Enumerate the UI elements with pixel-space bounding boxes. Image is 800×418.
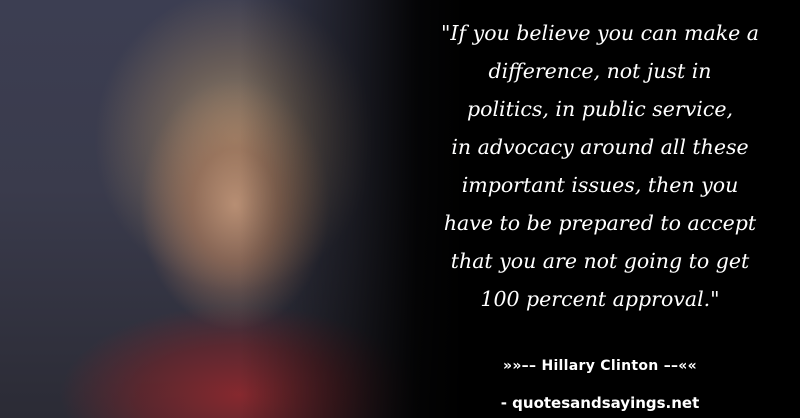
- quote-line: "If you believe you can make a: [440, 21, 760, 45]
- quote-line: 100 percent approval.": [480, 287, 720, 311]
- quote-line: have to be prepared to accept: [443, 211, 757, 235]
- quote-card: "If you believe you can make a differenc…: [0, 0, 800, 418]
- quote-line: in advocacy around all these: [451, 135, 749, 159]
- source-watermark: - quotesandsayings.net: [500, 394, 700, 412]
- quote-line: politics, in public service,: [467, 97, 733, 121]
- quote-line: difference, not just in: [488, 59, 712, 83]
- quote-text: "If you believe you can make a differenc…: [420, 14, 780, 318]
- quote-line: important issues, then you: [461, 173, 739, 197]
- quote-line: that you are not going to get: [450, 249, 750, 273]
- quote-author: »»–– Hillary Clinton ––««: [502, 358, 697, 374]
